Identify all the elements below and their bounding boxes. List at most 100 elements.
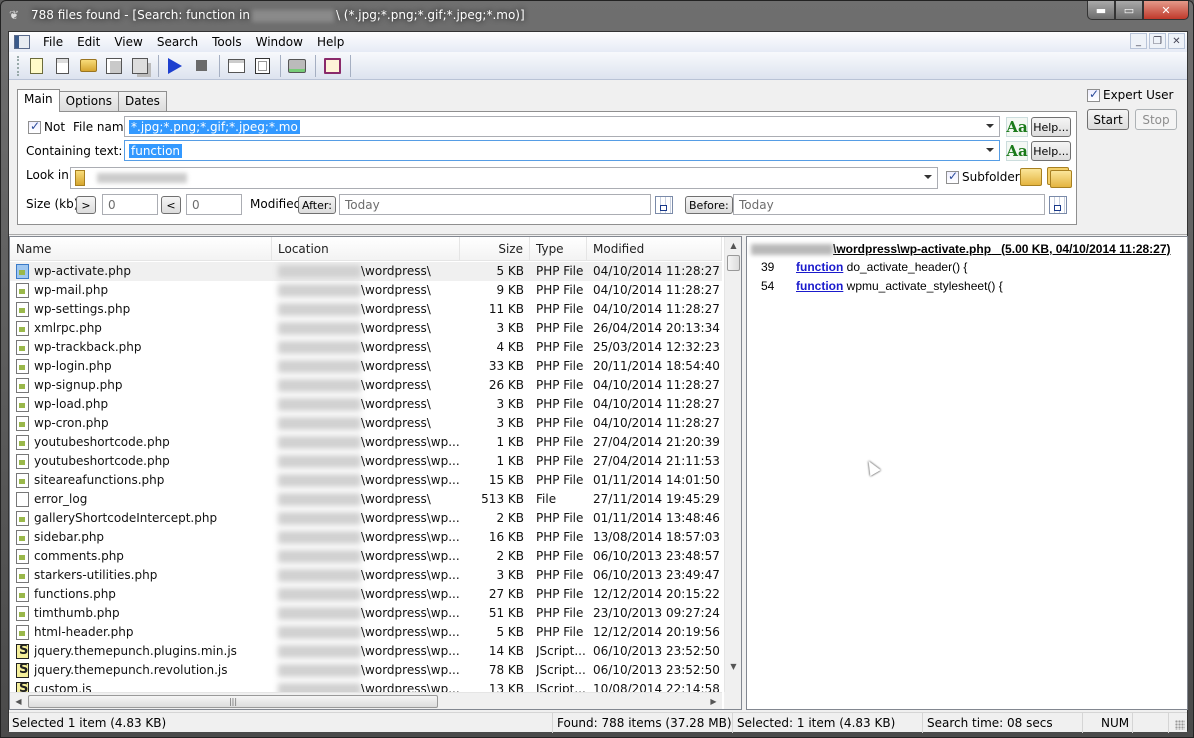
table-row[interactable]: wp-signup.php \wordpress\ 26 KB PHP File 04/… (10, 376, 722, 395)
table-row[interactable]: timthumb.php \wordpress\wp... 51 KB PHP Fil… (10, 604, 722, 623)
lookin-combo[interactable] (70, 167, 938, 189)
table-row[interactable]: comments.php \wordpress\wp... 2 KB PHP File… (10, 547, 722, 566)
menu-window[interactable]: Window (249, 33, 310, 51)
minimize-button[interactable]: ▬ (1087, 1, 1115, 20)
close-button[interactable]: ✕ (1143, 1, 1189, 20)
table-row[interactable]: siteareafunctions.php \wordpress\wp... 15 … (10, 471, 722, 490)
stop-search-button[interactable] (189, 54, 213, 78)
menu-view[interactable]: View (107, 33, 149, 51)
table-row[interactable]: error_log \wordpress\ 513 KB File 27/11/2014… (10, 490, 722, 509)
cell-name: custom.js (34, 682, 92, 692)
scroll-down-icon[interactable]: ▼ (725, 658, 742, 675)
toolbar-separator (219, 54, 220, 77)
menu-search[interactable]: Search (150, 33, 205, 51)
start-search-button[interactable] (163, 54, 187, 78)
browse-folder-icon[interactable] (1020, 168, 1042, 186)
containing-text-combo[interactable]: function (124, 140, 1000, 161)
table-row[interactable]: jquery.themepunch.revolution.js \wordpres… (10, 661, 722, 680)
table-row[interactable]: wp-trackback.php \wordpress\ 4 KB PHP File 2… (10, 338, 722, 357)
tab-options[interactable]: Options (58, 91, 119, 111)
column-header-size[interactable]: Size (460, 237, 530, 261)
tab-dates[interactable]: Dates (117, 91, 167, 111)
save-button[interactable] (102, 54, 126, 78)
table-row[interactable]: wp-load.php \wordpress\ 3 KB PHP File 04/10/… (10, 395, 722, 414)
not-checkbox[interactable] (28, 119, 41, 134)
table-row[interactable]: wp-settings.php \wordpress\ 11 KB PHP File 0… (10, 300, 722, 319)
mdi-minimize-button[interactable]: _ (1130, 33, 1147, 49)
before-calendar-icon[interactable] (1049, 196, 1067, 214)
column-header-modified[interactable]: Modified (587, 237, 722, 261)
toolbar-grip[interactable] (17, 55, 20, 76)
menu-file[interactable]: File (36, 33, 70, 51)
print-button[interactable] (285, 54, 309, 78)
after-calendar-icon[interactable] (655, 196, 673, 214)
table-row[interactable]: xmlrpc.php \wordpress\ 3 KB PHP File 26/04/2… (10, 319, 722, 338)
scroll-up-icon[interactable]: ▲ (725, 237, 742, 254)
table-row[interactable]: youtubeshortcode.php \wordpress\wp... 1 KB… (10, 433, 722, 452)
title-bar[interactable]: ❦ 788 files found - [Search: function in… (1, 1, 1194, 31)
table-row[interactable]: functions.php \wordpress\wp... 27 KB PHP Fi… (10, 585, 722, 604)
table-row[interactable]: wp-mail.php \wordpress\ 9 KB PHP File 04/10/… (10, 281, 722, 300)
dropdown-arrow-icon[interactable] (986, 124, 994, 128)
stop-button[interactable]: Stop (1135, 109, 1177, 130)
dropdown-arrow-icon[interactable] (986, 148, 994, 152)
after-button[interactable]: After: (298, 196, 336, 214)
menu-tools[interactable]: Tools (205, 33, 249, 51)
new-copy-button[interactable] (50, 54, 74, 78)
column-header-type[interactable]: Type (530, 237, 587, 261)
expert-user-checkbox[interactable] (1087, 87, 1100, 102)
table-row[interactable]: starkers-utilities.php \wordpress\wp... 3 … (10, 566, 722, 585)
menu-help[interactable]: Help (310, 33, 351, 51)
properties-button[interactable] (250, 54, 274, 78)
containing-help-button[interactable]: Help... (1031, 141, 1071, 161)
dropdown-arrow-icon[interactable] (924, 175, 932, 179)
table-row[interactable]: wp-activate.php \wordpress\ 5 KB PHP File 04… (10, 262, 722, 281)
save-all-button[interactable] (128, 54, 152, 78)
before-date-input[interactable]: Today (733, 194, 1045, 215)
table-row[interactable]: custom.js \wordpress\wp... 13 KB JScript...… (10, 680, 722, 692)
filename-case-button[interactable]: Aa (1006, 117, 1028, 137)
new-search-button[interactable] (24, 54, 48, 78)
match-keyword[interactable]: function (796, 260, 843, 274)
table-row[interactable]: sidebar.php \wordpress\wp... 16 KB PHP File… (10, 528, 722, 547)
menu-edit[interactable]: Edit (70, 33, 107, 51)
table-row[interactable]: galleryShortcodeIntercept.php \wordpress\… (10, 509, 722, 528)
resize-grip-icon[interactable] (1175, 720, 1185, 730)
scroll-right-icon[interactable]: ▶ (705, 693, 722, 710)
preview-header[interactable]: \wordpress\wp-activate.php (5.00 KB, 04/… (751, 242, 1171, 256)
scroll-left-icon[interactable]: ◀ (10, 693, 27, 710)
help-book-button[interactable] (320, 54, 344, 78)
subfolders-checkbox[interactable] (946, 169, 959, 184)
table-row[interactable]: jquery.themepunch.plugins.min.js \wordpre… (10, 642, 722, 661)
size-greater-button[interactable]: > (76, 196, 96, 214)
cell-name: siteareafunctions.php (34, 473, 165, 487)
mdi-restore-button[interactable]: ❐ (1149, 33, 1166, 49)
table-row[interactable]: wp-login.php \wordpress\ 33 KB PHP File 20/1… (10, 357, 722, 376)
open-button[interactable] (76, 54, 100, 78)
horizontal-scrollbar[interactable]: ◀ ||| ▶ (10, 692, 722, 709)
tab-main[interactable]: Main (17, 89, 60, 112)
scroll-thumb[interactable] (727, 255, 740, 271)
table-row[interactable]: youtubeshortcode.php \wordpress\wp... 1 KB… (10, 452, 722, 471)
after-date-input[interactable]: Today (339, 194, 651, 215)
column-header-location[interactable]: Location (272, 237, 460, 261)
filename-help-button[interactable]: Help... (1031, 117, 1071, 137)
before-button[interactable]: Before: (685, 196, 733, 214)
filename-combo[interactable]: *.jpg;*.png;*.gif;*.jpeg;*.mo (124, 116, 1000, 137)
size-less-button[interactable]: < (161, 196, 181, 214)
browse-multiple-folders-icon[interactable] (1050, 170, 1072, 188)
scroll-thumb-horizontal[interactable]: ||| (28, 695, 438, 708)
match-keyword[interactable]: function (796, 279, 843, 293)
size-greater-input[interactable]: 0 (102, 194, 158, 215)
column-header-name[interactable]: Name (10, 237, 272, 261)
containing-case-button[interactable]: Aa (1006, 141, 1028, 161)
mdi-close-button[interactable]: ✕ (1168, 33, 1185, 49)
maximize-button[interactable]: ▭ (1115, 1, 1143, 20)
start-button[interactable]: Start (1087, 109, 1129, 130)
size-less-input[interactable]: 0 (186, 194, 242, 215)
table-row[interactable]: wp-cron.php \wordpress\ 3 KB PHP File 04/10/… (10, 414, 722, 433)
document-icon[interactable] (14, 35, 30, 49)
vertical-scrollbar[interactable]: ▲ ▼ (724, 237, 741, 692)
window-button[interactable] (224, 54, 248, 78)
table-row[interactable]: html-header.php \wordpress\wp... 5 KB PHP F… (10, 623, 722, 642)
